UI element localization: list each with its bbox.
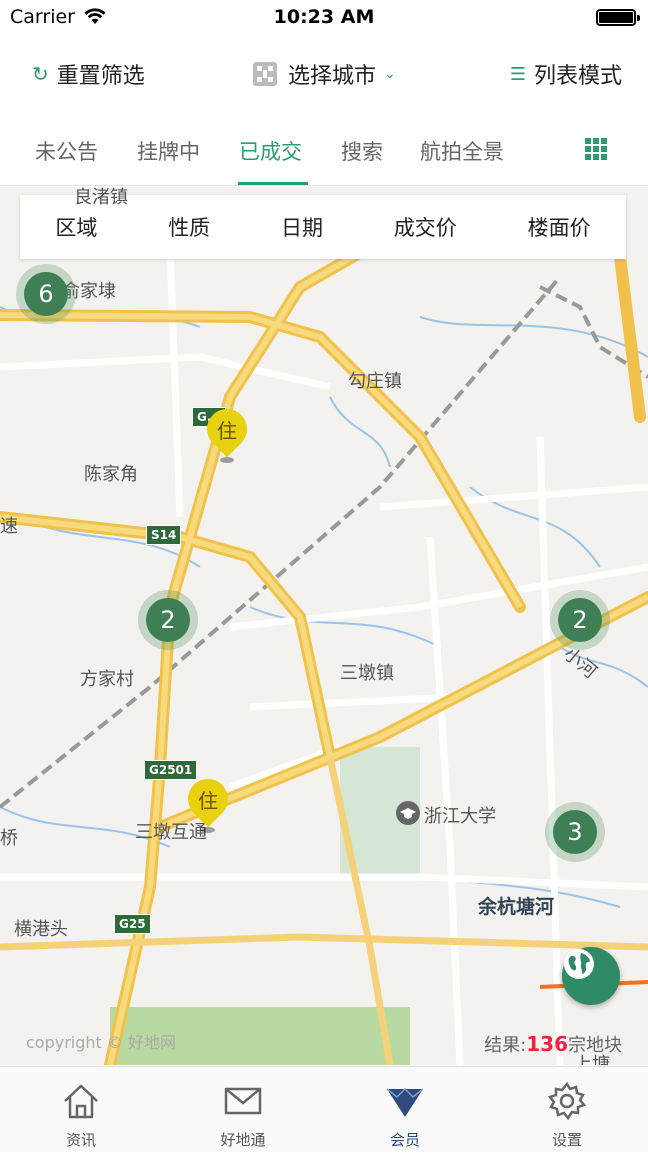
clock: 10:23 AM [273, 6, 375, 28]
home-icon [64, 1084, 98, 1119]
filter-deal-price[interactable]: 成交价 [394, 212, 457, 242]
place-label: 三墩镇 [340, 663, 394, 684]
result-count-text: 结果:136宗地块 [484, 1032, 622, 1056]
tab-unannounced[interactable]: 未公告 [35, 136, 98, 166]
grid-menu-icon[interactable] [585, 138, 607, 160]
reset-filter-button[interactable]: ↻ 重置筛选 [32, 58, 145, 90]
map-cluster-marker[interactable]: 2 [550, 590, 610, 650]
select-city-button[interactable]: 选择城市 ⌄ [252, 58, 396, 90]
tab-aerial-panorama[interactable]: 航拍全景 [420, 136, 504, 166]
tabbar-label: 会员 [389, 1131, 420, 1149]
status-bar: Carrier 10:23 AM [0, 0, 648, 36]
place-label: 速 [0, 516, 18, 537]
refresh-icon: ↻ [32, 62, 49, 86]
tabbar-label: 设置 [551, 1131, 582, 1149]
building-icon [253, 62, 277, 86]
top-toolbar: ↻ 重置筛选 选择城市 ⌄ ☰ 列表模式 [0, 44, 648, 104]
road-shield: G2501 [144, 760, 198, 780]
residential-pin-marker[interactable]: 住 [198, 400, 256, 463]
place-label: 良渚镇 [74, 187, 128, 208]
tabbar-item-news[interactable]: 资讯 [0, 1067, 162, 1153]
tabbar-item-haoditong[interactable]: 好地通 [162, 1067, 324, 1153]
residential-pin-marker[interactable]: 住 [179, 770, 237, 833]
battery-icon [596, 9, 640, 26]
tab-search[interactable]: 搜索 [341, 136, 383, 166]
list-mode-button[interactable]: ☰ 列表模式 [510, 58, 622, 90]
filter-floor-price[interactable]: 楼面价 [528, 212, 591, 242]
place-label: 勾庄镇 [348, 371, 402, 392]
result-count: 136 [526, 1032, 568, 1056]
graduation-cap-icon [396, 801, 420, 825]
active-tab-indicator [238, 182, 308, 185]
tab-listed[interactable]: 挂牌中 [137, 136, 200, 166]
place-label: 横港头 [14, 919, 68, 940]
copyright-text: copyright © 好地网 [26, 1033, 176, 1052]
reset-filter-label: 重置筛选 [56, 64, 145, 89]
place-label: 陈家角 [84, 464, 138, 485]
tabbar-item-settings[interactable]: 设置 [486, 1067, 648, 1153]
map-view[interactable]: 区域 性质 日期 成交价 楼面价 俞家埭 勾庄镇 陈家角 速 方家村 三墩镇 小… [0, 187, 648, 1065]
road-shield: G25 [114, 914, 151, 934]
map-cluster-marker[interactable]: 3 [545, 802, 605, 862]
map-cluster-marker[interactable]: 2 [138, 590, 198, 650]
place-label: 方家村 [80, 669, 134, 690]
road-shield: S14 [146, 525, 182, 545]
place-label: 余杭塘河 [478, 896, 555, 918]
tab-closed-deals[interactable]: 已成交 [239, 136, 302, 166]
map-cluster-marker[interactable]: 6 [16, 264, 76, 324]
select-city-label: 选择城市 [288, 64, 377, 89]
tabbar-label: 资讯 [65, 1131, 96, 1149]
filter-region[interactable]: 区域 [55, 212, 97, 242]
filter-date[interactable]: 日期 [281, 212, 323, 242]
bottom-tab-bar: 资讯 好地通 会员 设置 [0, 1066, 648, 1152]
list-mode-label: 列表模式 [533, 64, 622, 89]
category-tabs: 未公告 挂牌中 已成交 搜索 航拍全景 [0, 118, 648, 186]
tabbar-label: 好地通 [220, 1131, 266, 1149]
mail-icon [224, 1087, 262, 1115]
tabbar-item-member[interactable]: 会员 [324, 1067, 486, 1153]
globe-icon [564, 949, 594, 979]
gear-icon [547, 1081, 587, 1121]
globe-button[interactable] [562, 947, 620, 1005]
place-label: 桥 [0, 828, 18, 849]
filter-property-type[interactable]: 性质 [168, 212, 210, 242]
list-icon: ☰ [509, 63, 526, 85]
chevron-down-icon: ⌄ [384, 66, 396, 82]
place-label: 浙江大学 [424, 806, 496, 827]
diamond-icon [386, 1087, 424, 1117]
